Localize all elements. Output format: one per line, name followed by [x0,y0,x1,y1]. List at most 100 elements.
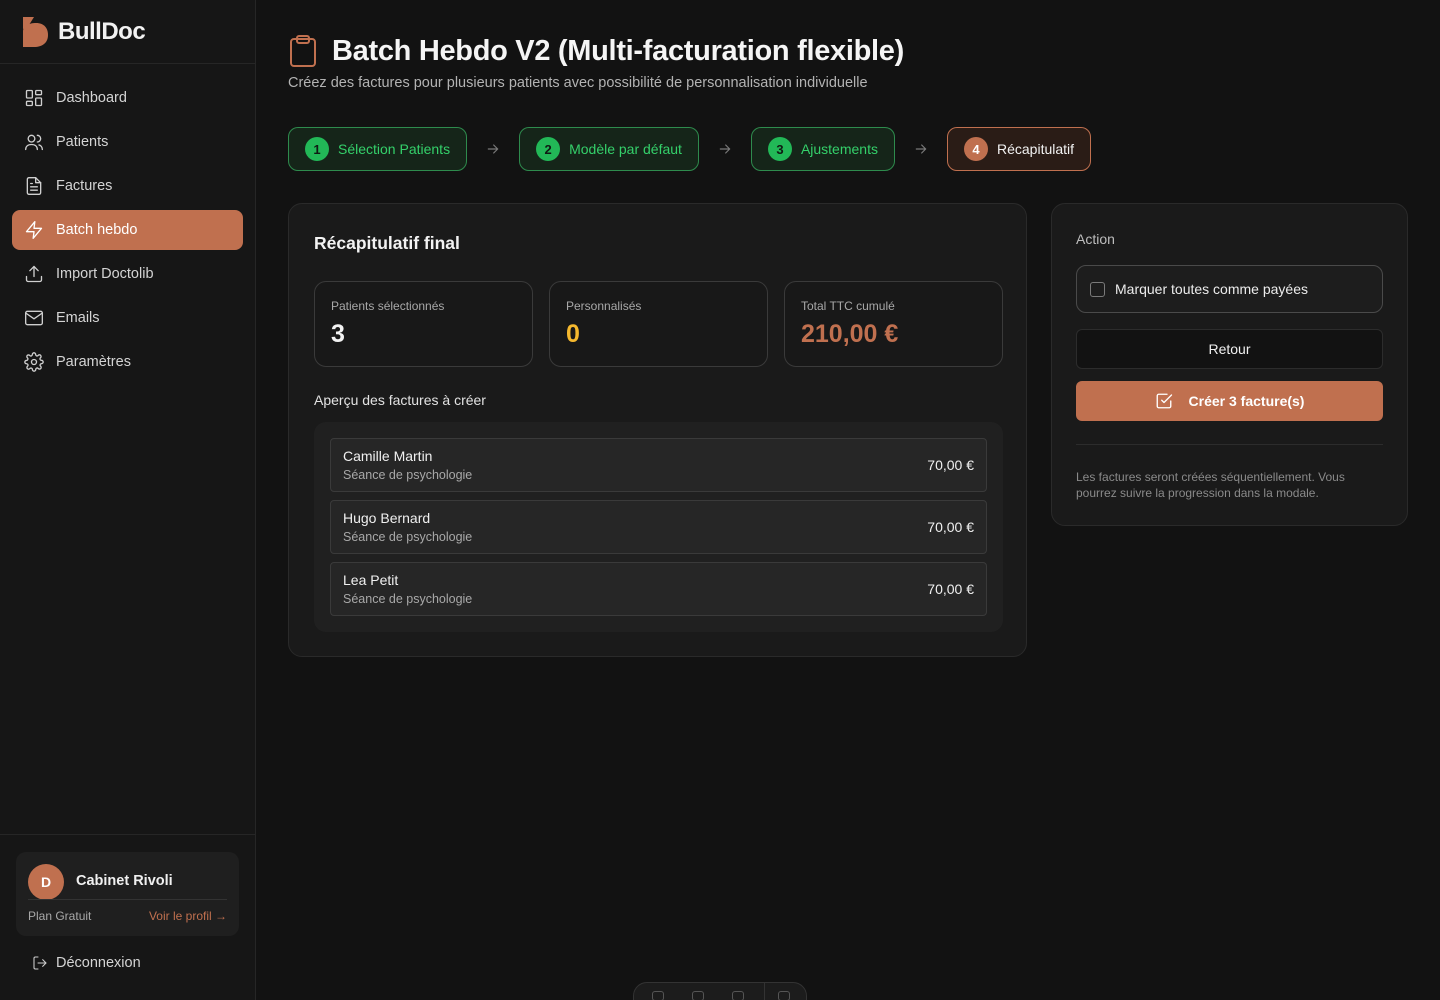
step-ajustements[interactable]: 3 Ajustements [750,127,895,171]
page-header: Batch Hebdo V2 (Multi-facturation flexib… [288,34,904,68]
mail-icon [25,310,43,326]
sidebar-item-factures[interactable]: Factures [12,166,243,206]
stepper: 1 Sélection Patients 2 Modèle par défaut… [288,127,1092,171]
invoice-description: Séance de psychologie [343,592,473,606]
logout-label: Déconnexion [56,955,141,971]
sidebar-item-import-doctolib[interactable]: Import Doctolib [12,254,243,294]
list-item: Camille Martin Séance de psychologie 70,… [330,438,987,492]
invoice-description: Séance de psychologie [343,468,473,482]
stat-label: Total TTC cumulé [801,299,895,313]
sidebar-item-label: Paramètres [56,354,131,370]
invoice-patient-name: Hugo Bernard [343,510,431,526]
invoice-amount: 70,00 € [927,519,974,535]
page-title: Batch Hebdo V2 (Multi-facturation flexib… [332,34,904,67]
invoice-amount: 70,00 € [927,581,974,597]
step-number: 3 [767,137,792,161]
invoice-description: Séance de psychologie [343,530,473,544]
sidebar-item-emails[interactable]: Emails [12,298,243,338]
profile-card: D Cabinet Rivoli Plan Gratuit Voir le pr… [16,852,239,936]
sidebar-item-label: Import Doctolib [56,266,154,282]
invoice-patient-name: Lea Petit [343,572,399,588]
avatar[interactable]: D [28,864,64,900]
divider [764,983,765,1000]
arrow-right-icon [487,144,499,154]
lightning-icon [25,221,43,239]
grid-icon [25,89,43,107]
invoice-amount: 70,00 € [927,457,974,473]
check-square-icon [1156,393,1172,409]
step-label: Sélection Patients [338,141,451,157]
list-item: Lea Petit Séance de psychologie 70,00 € [330,562,987,616]
step-label: Modèle par défaut [569,141,682,157]
step-number: 1 [305,137,329,161]
brand[interactable]: BullDoc [0,0,255,64]
main-content: Batch Hebdo V2 (Multi-facturation flexib… [288,0,1408,1000]
mark-all-paid-checkbox[interactable]: Marquer toutes comme payées [1076,265,1383,313]
stat-label: Personnalisés [566,299,642,313]
sidebar-item-label: Emails [56,310,100,326]
sidebar-item-label: Patients [56,134,109,150]
sidebar-item-patients[interactable]: Patients [12,122,243,162]
invoice-preview-list: Camille Martin Séance de psychologie 70,… [314,422,1003,632]
stat-value: 210,00 € [801,320,899,348]
sidebar-nav: Dashboard Patients Factures Batch hebdo … [0,64,255,382]
divider [1076,444,1383,445]
create-invoices-button[interactable]: Créer 3 facture(s) [1076,381,1383,421]
step-modele-par-defaut[interactable]: 2 Modèle par défaut [519,127,699,171]
action-card: Action Marquer toutes comme payées Retou… [1051,203,1408,526]
settings-icon[interactable] [778,991,790,1000]
preview-label: Aperçu des factures à créer [314,392,486,408]
profile-divider [28,899,227,900]
bulldoc-logo-icon [23,16,48,47]
page-subtitle: Créez des factures pour plusieurs patien… [288,75,868,91]
step-number: 2 [536,137,561,161]
summary-card: Récapitulatif final Patients sélectionné… [288,203,1027,657]
checkbox[interactable] [1090,281,1105,297]
step-arrow [699,141,751,157]
brand-name: BullDoc [58,17,146,45]
dev-toolbar[interactable] [633,982,807,1000]
list-item: Hugo Bernard Séance de psychologie 70,00… [330,500,987,554]
back-button[interactable]: Retour [1076,329,1383,369]
stat-value: 3 [331,320,345,348]
arrow-right-icon [719,144,731,154]
sidebar-item-label: Dashboard [56,90,127,106]
step-arrow [895,141,947,157]
profile-name: Cabinet Rivoli [76,873,173,889]
sidebar-footer: D Cabinet Rivoli Plan Gratuit Voir le pr… [0,834,255,1000]
mark-all-paid-label: Marquer toutes comme payées [1115,281,1308,297]
toolbar-icon[interactable] [732,991,744,1000]
step-label: Récapitulatif [996,141,1075,157]
gear-icon [24,352,44,372]
step-arrow [467,141,519,157]
arrow-right-icon [915,144,927,154]
action-label: Action [1076,231,1115,247]
file-text-icon [26,177,42,195]
stat-label: Patients sélectionnés [331,299,445,313]
action-note: Les factures seront créées séquentiellem… [1076,470,1345,500]
step-selection-patients[interactable]: 1 Sélection Patients [288,127,468,171]
clipboard-icon [290,35,316,67]
sidebar-item-dashboard[interactable]: Dashboard [12,78,243,118]
step-label: Ajustements [800,141,878,157]
logout-button[interactable]: Déconnexion [32,955,141,971]
stat-customized: Personnalisés 0 [549,281,768,367]
toolbar-icon[interactable] [692,991,704,1000]
upload-icon [25,265,43,283]
sidebar-item-batch-hebdo[interactable]: Batch hebdo [12,210,243,250]
toolbar-icon[interactable] [652,991,664,1000]
sidebar: BullDoc Dashboard Patients Factures Batc… [0,0,256,1000]
sidebar-item-parametres[interactable]: Paramètres [12,342,243,382]
sidebar-item-label: Batch hebdo [56,222,138,238]
invoice-patient-name: Camille Martin [343,448,433,464]
step-number: 4 [963,137,988,161]
summary-title: Récapitulatif final [314,233,460,253]
stat-value: 0 [566,320,580,348]
sidebar-item-label: Factures [56,178,113,194]
stat-total-ttc: Total TTC cumulé 210,00 € [784,281,1003,367]
users-icon [25,134,43,151]
view-profile-link[interactable]: Voir le profil → [149,909,227,923]
logout-icon [33,956,47,970]
plan-label: Plan Gratuit [28,909,92,923]
step-recapitulatif[interactable]: 4 Récapitulatif [946,127,1092,171]
